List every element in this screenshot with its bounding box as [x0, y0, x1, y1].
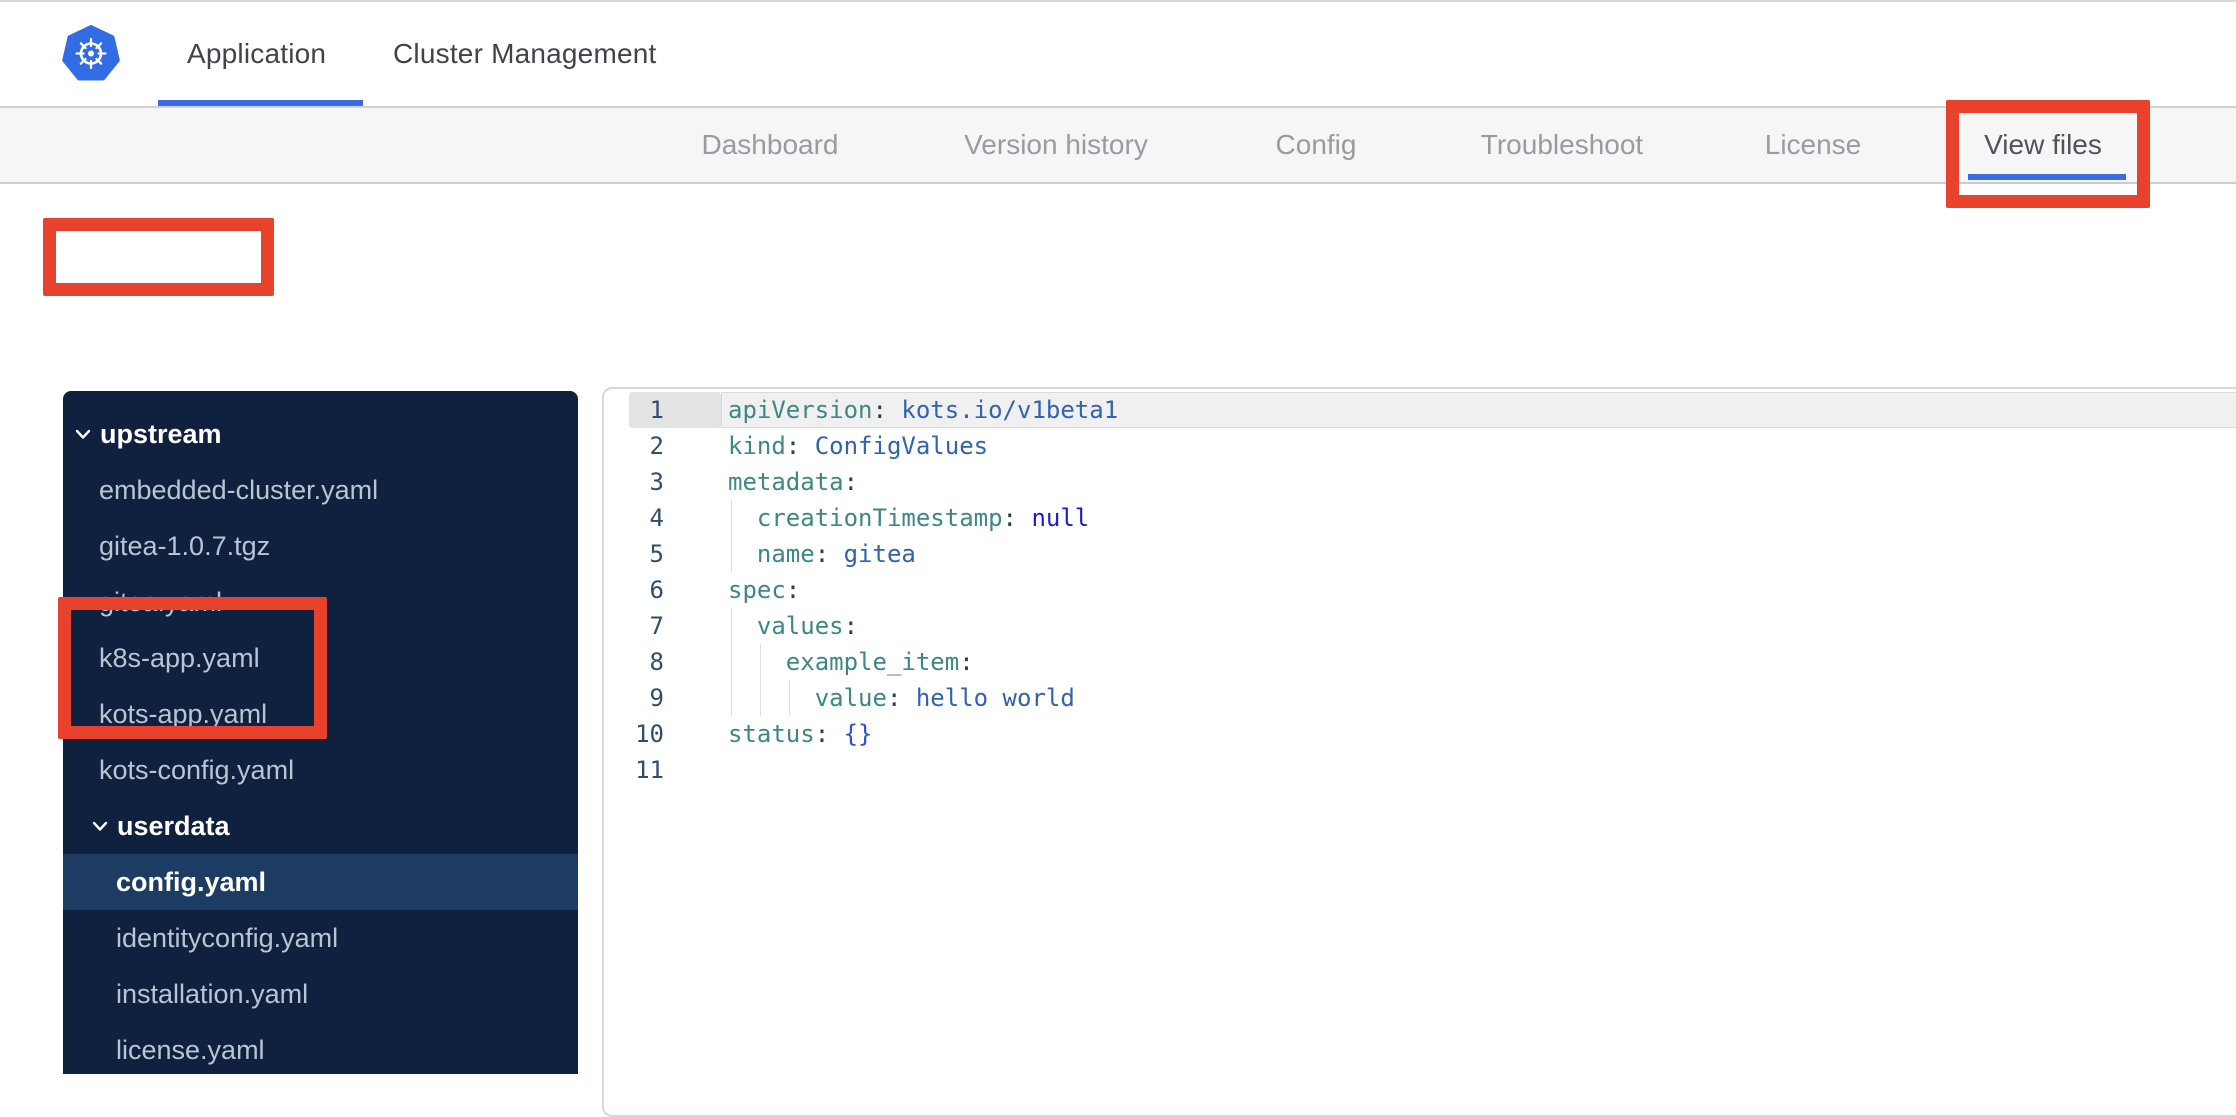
app-header: Application Cluster Management [0, 2, 2236, 108]
line-number-1: 1 [649, 396, 664, 424]
yaml-file-viewer[interactable]: 1 2 3 4 5 6 7 8 9 10 11 apiVersion: kots.io/v1beta… [602, 387, 2236, 1117]
tree-item-label: license.yaml [116, 1034, 265, 1065]
indent-guide [760, 680, 761, 716]
tree-item-label: userdata [117, 810, 230, 841]
tree-item-label: identityconfig.yaml [116, 922, 339, 953]
tree-file-identityconfig-yaml[interactable]: identityconfig.yaml [63, 910, 578, 966]
chevron-down-icon [92, 821, 108, 831]
line-number-6: 6 [649, 576, 664, 604]
tree-item-label: embedded-cluster.yaml [99, 474, 379, 505]
indent-guide [789, 680, 790, 716]
line-number-2: 2 [649, 432, 664, 460]
line-number-11: 11 [635, 756, 664, 784]
tree-item-label: k8s-app.yaml [99, 642, 260, 673]
tree-file-kots-config-yaml[interactable]: kots-config.yaml [63, 742, 578, 798]
indent-guide [731, 680, 732, 716]
line-number-9: 9 [649, 684, 664, 712]
line-number-10: 10 [635, 720, 664, 748]
code-line-6: spec: [728, 576, 801, 604]
tree-file-k8s-app-yaml[interactable]: k8s-app.yaml [63, 630, 578, 686]
tree-folder-upstream[interactable]: upstream [63, 406, 578, 462]
tab-dashboard[interactable]: Dashboard [702, 108, 839, 182]
tree-folder-userdata[interactable]: userdata [63, 798, 578, 854]
tree-item-label: kots-config.yaml [99, 754, 295, 785]
code-line-1: apiVersion: kots.io/v1beta1 [728, 396, 1119, 424]
tab-version-history[interactable]: Version history [964, 108, 1148, 182]
application-tab-active-underline [158, 100, 363, 106]
line-number-3: 3 [649, 468, 664, 496]
tree-file-kots-app-yaml[interactable]: kots-app.yaml [63, 686, 578, 742]
tree-item-label: kots-app.yaml [99, 698, 268, 729]
tree-item-label: upstream [100, 418, 222, 449]
code-line-4: creationTimestamp: null [728, 500, 2236, 536]
tree-file-license-yaml[interactable]: license.yaml [63, 1022, 578, 1078]
tree-item-label: gitea.yaml [99, 586, 223, 617]
indent-guide [760, 644, 761, 680]
tree-item-label: config.yaml [116, 866, 267, 897]
code-line-10: status: {} [728, 720, 873, 748]
chevron-down-icon [75, 429, 91, 439]
tree-item-label: gitea-1.0.7.tgz [99, 530, 271, 561]
file-tree-sidebar: upstream embedded-cluster.yaml gitea-1.0.7… [63, 391, 578, 1074]
code-line-7: values: [728, 608, 2236, 644]
line-number-8: 8 [649, 648, 664, 676]
line-number-gutter: 1 2 3 4 5 6 7 8 9 10 11 [604, 392, 664, 788]
code-content[interactable]: apiVersion: kots.io/v1beta1 kind: ConfigV… [728, 392, 2236, 788]
code-line-5: name: gitea [728, 536, 2236, 572]
indent-guide [731, 644, 732, 680]
tab-license[interactable]: License [1765, 108, 1862, 182]
app-nav-tabbar: Dashboard Version history Config Troublesho… [0, 108, 2236, 184]
appnav-tab-cluster-management[interactable]: Cluster Management [393, 2, 657, 106]
appnav-tab-application[interactable]: Application [187, 2, 326, 106]
tree-item-label: installation.yaml [116, 978, 309, 1009]
tree-file-gitea-yaml[interactable]: gitea.yaml [63, 574, 578, 630]
kubernetes-logo-icon [62, 25, 120, 83]
code-line-8: example_item: [728, 644, 2236, 680]
code-line-2: kind: ConfigValues [728, 432, 989, 460]
indent-guide [731, 608, 732, 644]
line-number-7: 7 [649, 612, 664, 640]
indent-guide [731, 500, 732, 536]
line-number-4: 4 [649, 504, 664, 532]
code-line-3: metadata: [728, 468, 859, 496]
indent-guide [731, 536, 732, 572]
tab-troubleshoot[interactable]: Troubleshoot [1481, 108, 1643, 182]
view-files-page: upstream embedded-cluster.yaml gitea-1.0.7… [0, 184, 2236, 1117]
tree-file-installation-yaml[interactable]: installation.yaml [63, 966, 578, 1022]
tab-view-files[interactable]: View files [1984, 108, 2102, 182]
tree-file-embedded-cluster-yaml[interactable]: embedded-cluster.yaml [63, 462, 578, 518]
tree-file-gitea-1-0-7-tgz[interactable]: gitea-1.0.7.tgz [63, 518, 578, 574]
view-files-tab-active-underline [1968, 174, 2126, 180]
tree-file-config-yaml[interactable]: config.yaml [63, 854, 578, 910]
line-number-5: 5 [649, 540, 664, 568]
code-line-9: value: hello world [728, 680, 2236, 716]
tab-config[interactable]: Config [1276, 108, 1357, 182]
